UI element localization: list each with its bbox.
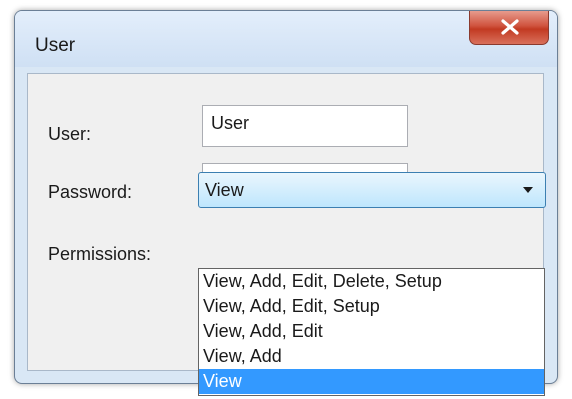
dropdown-option[interactable]: View, Add, Edit, Delete, Setup <box>199 269 544 294</box>
close-button[interactable] <box>469 11 549 45</box>
permissions-select[interactable]: View <box>198 172 546 208</box>
permissions-selected-value: View <box>205 180 244 200</box>
title-bar[interactable]: User <box>15 11 557 67</box>
close-icon <box>501 19 519 35</box>
user-label: User: <box>48 124 92 144</box>
dropdown-option[interactable]: View, Add, Edit <box>199 319 544 344</box>
user-field[interactable]: User <box>202 105 408 147</box>
password-label: Password: <box>48 182 133 202</box>
dropdown-option[interactable]: View, Add <box>199 344 544 369</box>
permissions-label: Permissions: <box>48 244 152 264</box>
dropdown-option-selected[interactable]: View <box>199 369 544 394</box>
permissions-dropdown-list: View, Add, Edit, Delete, Setup View, Add… <box>198 268 545 396</box>
dropdown-option[interactable]: View, Add, Edit, Setup <box>199 294 544 319</box>
window-title: User <box>35 35 76 56</box>
chevron-down-icon[interactable] <box>523 187 533 193</box>
